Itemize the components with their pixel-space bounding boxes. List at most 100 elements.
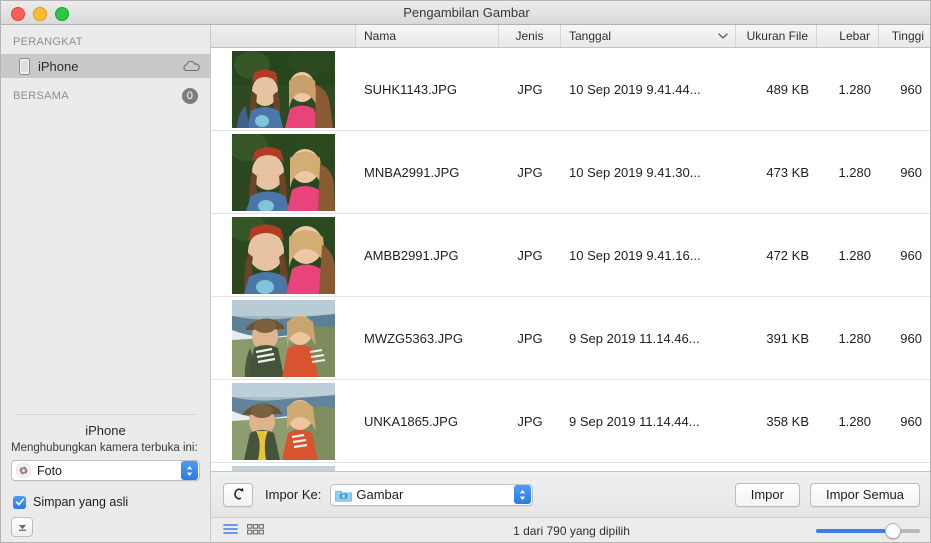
table-row[interactable]: MWZG5363.JPG JPG 9 Sep 2019 11.14.46... … bbox=[211, 297, 930, 380]
destination-folder-popup[interactable]: Gambar bbox=[330, 483, 534, 506]
table-row[interactable]: UNKA1865.JPG JPG 9 Sep 2019 11.14.44... … bbox=[211, 380, 930, 463]
row-date: 10 Sep 2019 9.41.44... bbox=[569, 81, 701, 97]
row-width: 1.280 bbox=[838, 164, 871, 180]
device-name: iPhone bbox=[85, 423, 126, 438]
slider-fill bbox=[816, 529, 893, 533]
two-women-forest-red-beanie-thumbnail bbox=[232, 50, 335, 128]
column-header-width-label: Lebar bbox=[839, 29, 870, 43]
grid-view-icon[interactable] bbox=[247, 522, 264, 540]
row-type: JPG bbox=[517, 413, 543, 429]
row-date: 10 Sep 2019 9.41.30... bbox=[569, 164, 701, 180]
column-header-type[interactable]: Jenis bbox=[499, 25, 561, 47]
eject-button[interactable] bbox=[11, 517, 33, 537]
sidebar-item-iphone[interactable]: iPhone bbox=[1, 54, 210, 78]
row-height: 960 bbox=[900, 164, 922, 180]
row-type: JPG bbox=[517, 81, 543, 97]
row-height: 960 bbox=[900, 413, 922, 429]
table-row[interactable]: AMBB2991.JPG JPG 10 Sep 2019 9.41.16... … bbox=[211, 214, 930, 297]
slider-knob[interactable] bbox=[884, 523, 901, 539]
row-name: SUHK1143.JPG bbox=[364, 81, 457, 97]
import-buttons: Impor Impor Semua bbox=[734, 482, 920, 507]
keep-originals-row[interactable]: Simpan yang asli bbox=[13, 495, 200, 509]
column-header-thumbnail[interactable] bbox=[211, 25, 356, 47]
column-header-name-label: Nama bbox=[364, 29, 397, 43]
keep-originals-label: Simpan yang asli bbox=[33, 495, 129, 509]
row-thumbnail-cell bbox=[211, 382, 356, 460]
iphone-icon bbox=[13, 57, 35, 75]
image-capture-window: Pengambilan Gambar PERANGKAT iPhone BERS… bbox=[0, 0, 931, 543]
row-thumbnail-cell bbox=[211, 299, 356, 377]
two-women-forest-laughing-thumbnail bbox=[232, 133, 335, 211]
sidebar: PERANGKAT iPhone BERSAMA 0 iPhone Menghu… bbox=[1, 25, 211, 542]
row-thumbnail-cell bbox=[211, 50, 356, 128]
row-date: 10 Sep 2019 9.41.16... bbox=[569, 247, 701, 263]
column-header-name[interactable]: Nama bbox=[356, 25, 499, 47]
row-filesize: 358 KB bbox=[766, 413, 809, 429]
chevron-down-icon bbox=[718, 33, 728, 40]
destination-folder-value: Gambar bbox=[356, 487, 404, 502]
row-filesize: 473 KB bbox=[766, 164, 809, 180]
row-thumbnail-cell bbox=[211, 216, 356, 294]
connect-camera-label: Menghubungkan kamera terbuka ini: bbox=[11, 442, 198, 454]
import-all-button[interactable]: Impor Semua bbox=[809, 482, 920, 507]
column-header-width[interactable]: Lebar bbox=[817, 25, 879, 47]
table-row[interactable]: MNBA2991.JPG JPG 10 Sep 2019 9.41.30... … bbox=[211, 131, 930, 214]
photos-app-icon bbox=[12, 463, 31, 478]
row-name: MNBA2991.JPG bbox=[364, 164, 460, 180]
row-name: AMBB2991.JPG bbox=[364, 247, 459, 263]
row-date: 9 Sep 2019 11.14.44... bbox=[569, 413, 700, 429]
row-date: 9 Sep 2019 11.14.46... bbox=[569, 330, 700, 346]
connect-app-value: Foto bbox=[37, 463, 63, 478]
popup-stepper-arrows-icon[interactable] bbox=[181, 461, 198, 480]
pictures-folder-icon bbox=[331, 488, 353, 502]
row-height: 960 bbox=[900, 330, 922, 346]
connect-app-popup[interactable]: Foto bbox=[11, 460, 200, 481]
two-women-coast-yellow-scarf-thumbnail bbox=[232, 382, 335, 460]
table-row[interactable]: SUHK1143.JPG JPG 10 Sep 2019 9.41.44... … bbox=[211, 48, 930, 131]
popup-stepper-arrows-icon[interactable] bbox=[514, 485, 532, 504]
row-type: JPG bbox=[517, 247, 543, 263]
column-header-type-label: Jenis bbox=[515, 29, 544, 43]
column-header-date-label: Tanggal bbox=[569, 29, 612, 43]
row-height: 960 bbox=[900, 247, 922, 263]
file-list[interactable]: SUHK1143.JPG JPG 10 Sep 2019 9.41.44... … bbox=[211, 48, 930, 497]
table-column-headers: Nama Jenis Tanggal Ukuran File Lebar Tin… bbox=[211, 25, 930, 48]
list-view-icon[interactable] bbox=[223, 522, 238, 540]
row-filesize: 472 KB bbox=[766, 247, 809, 263]
window-title: Pengambilan Gambar bbox=[403, 5, 530, 20]
row-type: JPG bbox=[517, 330, 543, 346]
row-type: JPG bbox=[517, 164, 543, 180]
row-width: 1.280 bbox=[838, 330, 871, 346]
row-name: UNKA1865.JPG bbox=[364, 413, 458, 429]
title-bar: Pengambilan Gambar bbox=[1, 1, 930, 25]
sidebar-footer: iPhone Menghubungkan kamera terbuka ini: bbox=[1, 414, 210, 542]
sidebar-section-devices-title: PERANGKAT bbox=[13, 36, 83, 48]
column-header-date[interactable]: Tanggal bbox=[561, 25, 736, 47]
shared-count-badge: 0 bbox=[181, 88, 198, 104]
column-header-filesize[interactable]: Ukuran File bbox=[736, 25, 817, 47]
column-header-filesize-label: Ukuran File bbox=[746, 29, 808, 43]
rotate-left-icon[interactable] bbox=[223, 482, 253, 507]
import-toolbar: Impor Ke: Gambar Impor Impor Semua bbox=[211, 471, 930, 517]
status-bar: 1 dari 790 yang dipilih bbox=[211, 517, 930, 542]
column-header-height[interactable]: Tinggi bbox=[879, 25, 930, 47]
thumbnail-zoom-slider[interactable] bbox=[816, 523, 920, 539]
import-button[interactable]: Impor bbox=[734, 482, 800, 507]
sidebar-item-label: iPhone bbox=[38, 58, 79, 74]
row-width: 1.280 bbox=[838, 413, 871, 429]
row-thumbnail-cell bbox=[211, 133, 356, 211]
cloud-icon bbox=[183, 60, 200, 72]
row-name: MWZG5363.JPG bbox=[364, 330, 463, 346]
column-header-height-label: Tinggi bbox=[891, 29, 924, 43]
row-filesize: 391 KB bbox=[766, 330, 809, 346]
sidebar-section-shared-title: BERSAMA bbox=[13, 90, 69, 102]
row-width: 1.280 bbox=[838, 247, 871, 263]
sidebar-section-shared: BERSAMA 0 bbox=[1, 78, 210, 104]
keep-originals-checkbox[interactable] bbox=[13, 495, 26, 509]
row-height: 960 bbox=[900, 81, 922, 97]
sidebar-divider bbox=[15, 414, 196, 415]
two-women-coast-hat-thumbnail bbox=[232, 299, 335, 377]
row-filesize: 489 KB bbox=[766, 81, 809, 97]
two-women-forest-closeup-thumbnail bbox=[232, 216, 335, 294]
view-toggle-group bbox=[223, 522, 264, 540]
